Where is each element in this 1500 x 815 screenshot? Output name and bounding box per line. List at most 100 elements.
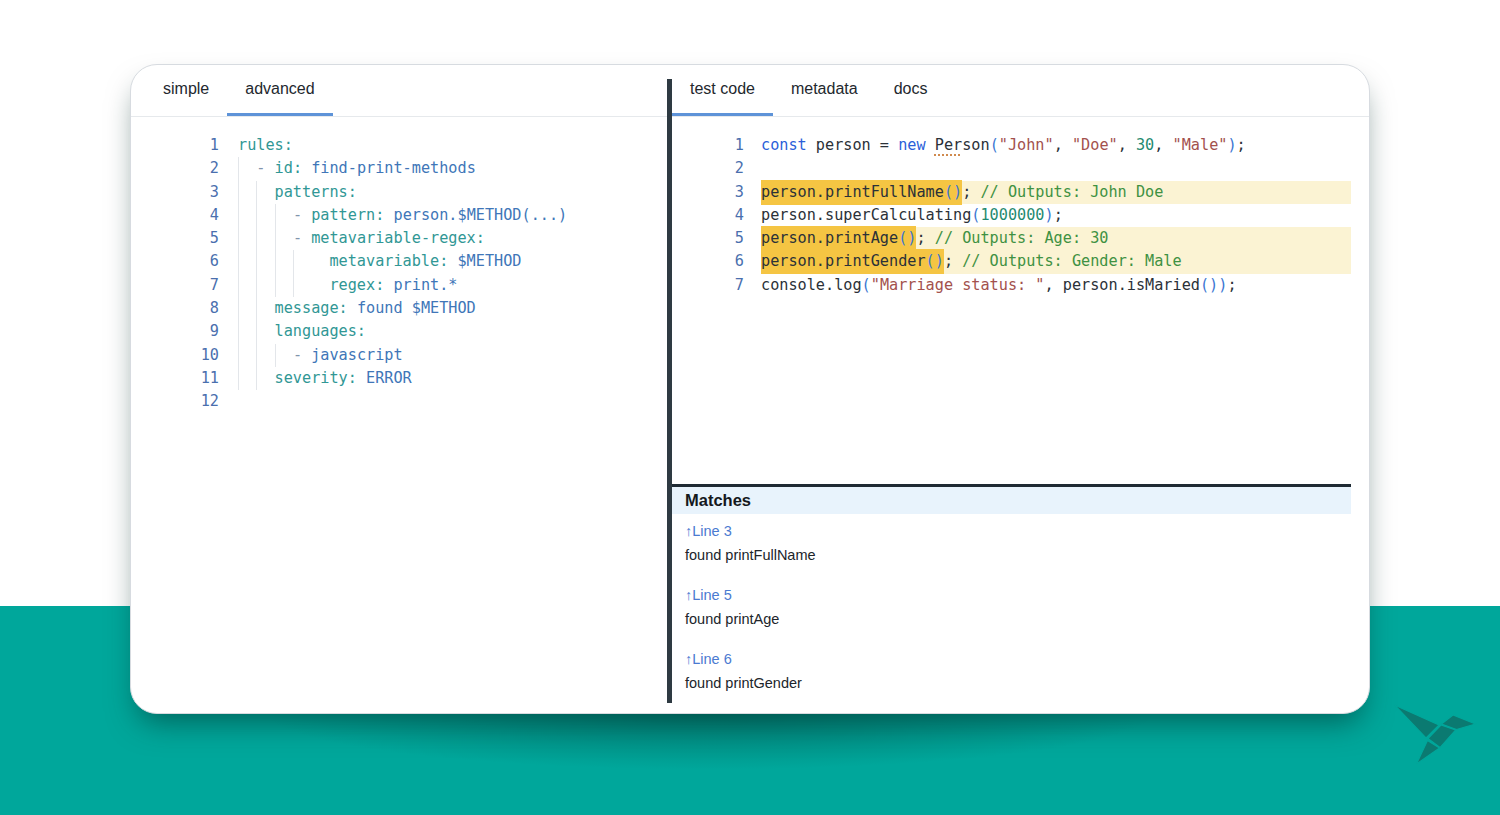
indent-guide	[256, 250, 257, 273]
code-line: 5 - metavariable-regex:	[131, 227, 667, 250]
token: (	[862, 276, 871, 294]
code-text: person.printAge(); // Outputs: Age: 30	[761, 227, 1351, 250]
token: person =	[807, 136, 898, 154]
token: person.$METHOD(...)	[393, 206, 567, 224]
code-text: const person = new Person("John", "Doe",…	[761, 134, 1351, 157]
token: person.superCalculating	[761, 206, 971, 224]
token: son	[962, 136, 989, 154]
match-message: found printFullName	[685, 547, 1338, 563]
up-arrow-icon: ↑	[685, 587, 692, 603]
code-line: 6person.printGender(); // Outputs: Gende…	[672, 250, 1351, 273]
code-text: languages:	[238, 320, 667, 343]
tab-advanced[interactable]: advanced	[227, 65, 332, 116]
indent-guide	[256, 320, 257, 343]
code-text: - pattern: person.$METHOD(...)	[238, 204, 667, 227]
token: , person.isMaried	[1044, 276, 1199, 294]
indent-guide	[238, 274, 239, 297]
indent-guide	[275, 204, 276, 227]
match-entry: ↑Line 3 found printFullName	[685, 523, 1338, 563]
indent-guide	[275, 274, 276, 297]
token: ;	[962, 183, 980, 201]
token	[302, 159, 311, 177]
line-number: 4	[672, 204, 761, 227]
token: found $METHOD	[357, 299, 476, 317]
token: ,	[1118, 136, 1136, 154]
tab-metadata[interactable]: metadata	[773, 65, 876, 116]
match-highlight: ()	[926, 249, 944, 274]
token	[238, 252, 329, 270]
token	[238, 229, 293, 247]
indent-guide	[293, 250, 294, 273]
match-highlight: ()	[944, 180, 962, 205]
match-message: found printAge	[685, 611, 1338, 627]
token	[357, 369, 366, 387]
tab-simple[interactable]: simple	[145, 65, 227, 116]
token: severity:	[275, 369, 357, 387]
matches-section: Matches ↑Line 3found printFullName↑Line …	[672, 484, 1351, 714]
indent-guide	[256, 274, 257, 297]
code-line: 1const person = new Person("John", "Doe"…	[672, 134, 1351, 157]
line-number: 1	[672, 134, 761, 157]
token: "John"	[999, 136, 1054, 154]
origami-bird-logo	[1393, 704, 1477, 766]
token: $METHOD	[457, 252, 521, 270]
code-line: 9 languages:	[131, 320, 667, 343]
test-editor[interactable]: 1const person = new Person("John", "Doe"…	[672, 117, 1351, 297]
indent-guide	[256, 227, 257, 250]
indent-guide	[293, 274, 294, 297]
code-text: regex: print.*	[238, 274, 667, 297]
token: rules:	[238, 136, 293, 154]
line-number: 3	[131, 181, 238, 204]
code-text: patterns:	[238, 181, 667, 204]
indent-guide	[238, 250, 239, 273]
indent-guide	[275, 227, 276, 250]
matches-title: Matches	[685, 491, 751, 510]
code-line: 1rules:	[131, 134, 667, 157]
rule-editor[interactable]: 1rules:2 - id: find-print-methods3 patte…	[131, 117, 667, 414]
line-number: 3	[672, 181, 761, 204]
token: find-print-methods	[311, 159, 476, 177]
indent-guide	[238, 181, 239, 204]
indent-guide	[238, 297, 239, 320]
token: console.log	[761, 276, 862, 294]
code-text: person.superCalculating(1000000);	[761, 204, 1351, 227]
token: ,	[1154, 136, 1172, 154]
code-line: 8 message: found $METHOD	[131, 297, 667, 320]
match-line-link[interactable]: ↑Line 3	[685, 523, 1338, 539]
tab-test-code[interactable]: test code	[672, 65, 773, 116]
match-line-link[interactable]: ↑Line 6	[685, 651, 1338, 667]
indent-guide	[256, 181, 257, 204]
indent-guide	[275, 344, 276, 367]
code-line: 12	[131, 390, 667, 413]
token: "Marriage status: "	[871, 276, 1045, 294]
match-highlight: person.printFullName	[761, 180, 944, 205]
code-line: 7console.log("Marriage status: ", person…	[672, 274, 1351, 297]
code-line: 10 - javascript	[131, 344, 667, 367]
code-text: severity: ERROR	[238, 367, 667, 390]
token: regex:	[329, 276, 384, 294]
tab-docs[interactable]: docs	[876, 65, 946, 116]
match-line-link[interactable]: ↑Line 5	[685, 587, 1338, 603]
up-arrow-icon: ↑	[685, 523, 692, 539]
code-text: - javascript	[238, 344, 667, 367]
token: new	[898, 136, 925, 154]
token: ;	[1227, 276, 1236, 294]
token: // Outputs: John Doe	[980, 183, 1163, 201]
indent-guide	[275, 250, 276, 273]
indent-guide	[238, 204, 239, 227]
indent-guide	[256, 344, 257, 367]
code-line: 6 metavariable: $METHOD	[131, 250, 667, 273]
code-line: 4person.superCalculating(1000000);	[672, 204, 1351, 227]
line-number: 10	[131, 344, 238, 367]
token	[238, 276, 329, 294]
page: simpleadvanced 1rules:2 - id: find-print…	[0, 0, 1500, 815]
token: -	[293, 346, 311, 364]
code-line: 7 regex: print.*	[131, 274, 667, 297]
code-text: metavariable: $METHOD	[238, 250, 667, 273]
token: ;	[916, 229, 934, 247]
line-number: 11	[131, 367, 238, 390]
indent-guide	[256, 367, 257, 390]
token: ;	[1237, 136, 1246, 154]
line-number: 6	[131, 250, 238, 273]
matches-header: Matches	[672, 484, 1351, 514]
